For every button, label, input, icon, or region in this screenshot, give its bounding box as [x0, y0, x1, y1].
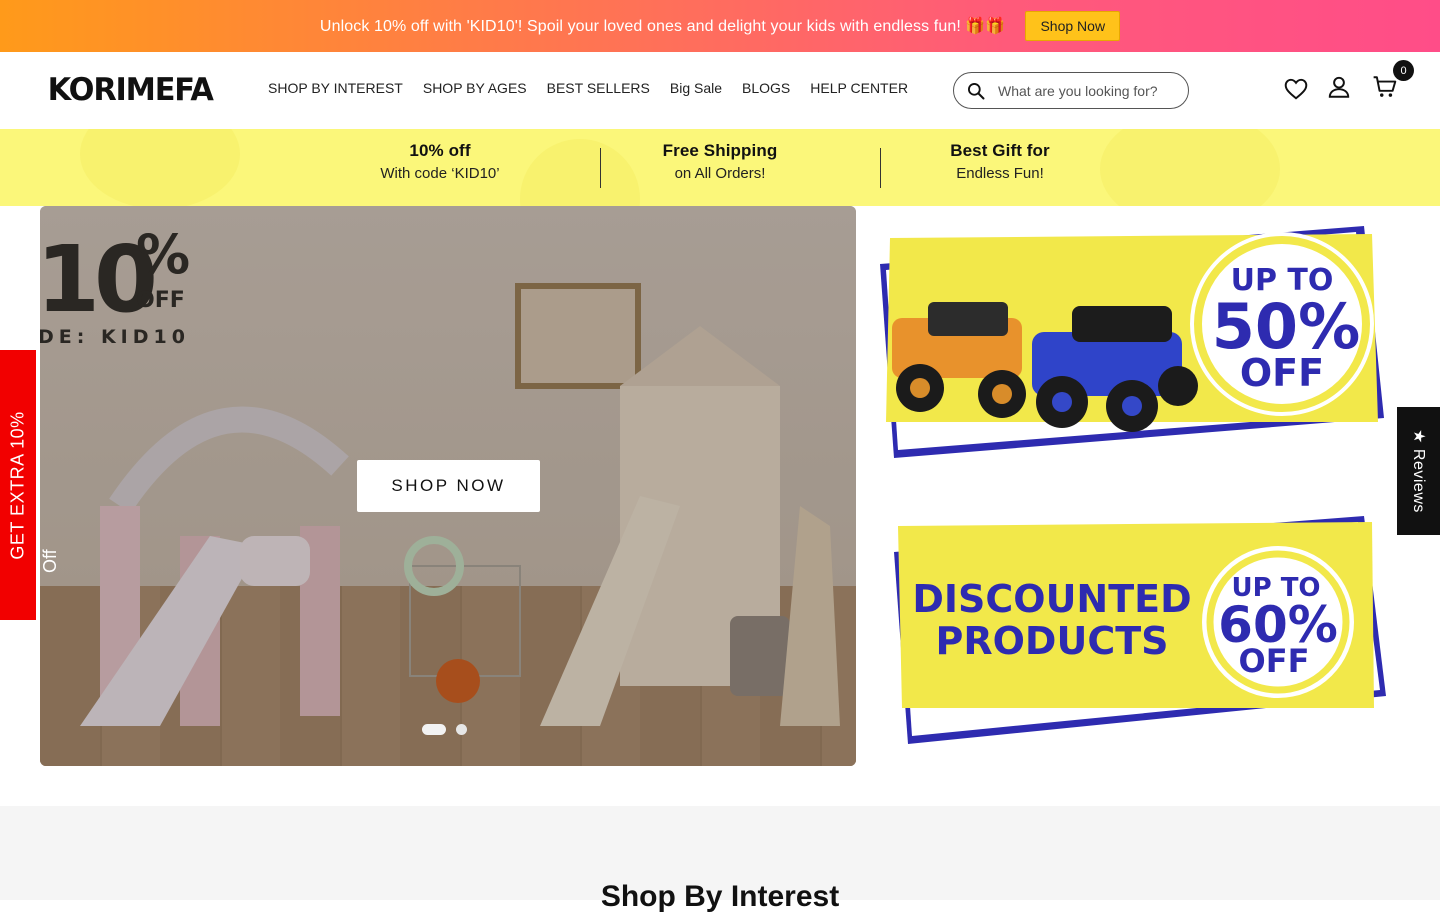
nav-item-blogs[interactable]: BLOGS [742, 80, 790, 96]
perk-gift: Best Gift for Endless Fun! [880, 141, 1120, 182]
account-user-icon[interactable] [1326, 74, 1352, 100]
hero-code-label: DE: KID10 [40, 326, 190, 348]
promo-bottom-heading1: DISCOUNTED [912, 577, 1191, 621]
announcement-bar: Unlock 10% off with 'KID10'! Spoil your … [0, 0, 1440, 52]
extra-discount-tab[interactable]: GET EXTRA 10% [0, 350, 36, 620]
extra-discount-off-label: Off [40, 549, 60, 573]
perk-discount: 10% off With code ‘KID10’ [320, 141, 560, 182]
cart-count-badge: 0 [1393, 60, 1414, 81]
main-nav: SHOP BY INTEREST SHOP BY AGES BEST SELLE… [268, 80, 908, 96]
search-bar[interactable] [953, 72, 1189, 109]
decor-blob [1100, 129, 1280, 206]
section-title: Shop By Interest [600, 880, 840, 913]
announcement-shop-now-button[interactable]: Shop Now [1025, 11, 1121, 41]
hero-slider[interactable]: 10 % OFF DE: KID10 SHOP NOW [40, 206, 856, 766]
perk-subtitle: on All Orders! [674, 165, 766, 182]
cart-icon[interactable] [1372, 74, 1398, 100]
slider-dots [422, 724, 467, 735]
logo[interactable]: KORIMEFA [48, 72, 214, 108]
reviews-label: ★ Reviews [1409, 429, 1427, 513]
search-icon[interactable] [966, 81, 986, 101]
perk-subtitle: Endless Fun! [956, 165, 1044, 182]
wishlist-heart-icon[interactable] [1283, 76, 1309, 102]
hero-shop-now-button[interactable]: SHOP NOW [357, 460, 540, 512]
promo-banner-60-off[interactable]: DISCOUNTED PRODUCTS UP TO 60% OFF [884, 512, 1390, 750]
perk-title: Best Gift for [950, 141, 1050, 160]
promo-top-line3: OFF [1240, 351, 1324, 395]
perk-title: 10% off [409, 141, 471, 160]
nav-item-big-sale[interactable]: Big Sale [670, 80, 722, 96]
decor-blob [80, 129, 240, 206]
perk-shipping: Free Shipping on All Orders! [600, 141, 840, 182]
promo-bottom-heading2: PRODUCTS [936, 619, 1169, 663]
nav-item-shop-by-ages[interactable]: SHOP BY AGES [423, 80, 527, 96]
perk-title: Free Shipping [662, 141, 778, 160]
nav-item-shop-by-interest[interactable]: SHOP BY INTEREST [268, 80, 403, 96]
reviews-tab[interactable]: ★ Reviews [1397, 407, 1440, 535]
hero-percent: % [136, 223, 191, 286]
hero-off-label: OFF [136, 288, 185, 313]
slider-dot-active[interactable] [422, 724, 446, 735]
slider-dot[interactable] [456, 724, 467, 735]
announcement-text: Unlock 10% off with 'KID10'! Spoil your … [319, 18, 1006, 35]
perk-subtitle: With code ‘KID10’ [380, 165, 500, 182]
nav-item-best-sellers[interactable]: BEST SELLERS [547, 80, 650, 96]
nav-item-help-center[interactable]: HELP CENTER [810, 80, 908, 96]
search-input[interactable] [998, 82, 1173, 99]
promo-bottom-line3: OFF [1239, 642, 1310, 680]
perks-strip: 10% off With code ‘KID10’ Free Shipping … [0, 129, 1440, 206]
site-header: KORIMEFA SHOP BY INTEREST SHOP BY AGES B… [0, 52, 1440, 129]
promo-banner-50-off[interactable]: UP TO 50% OFF [872, 222, 1392, 464]
extra-discount-label: GET EXTRA 10% [7, 410, 28, 560]
